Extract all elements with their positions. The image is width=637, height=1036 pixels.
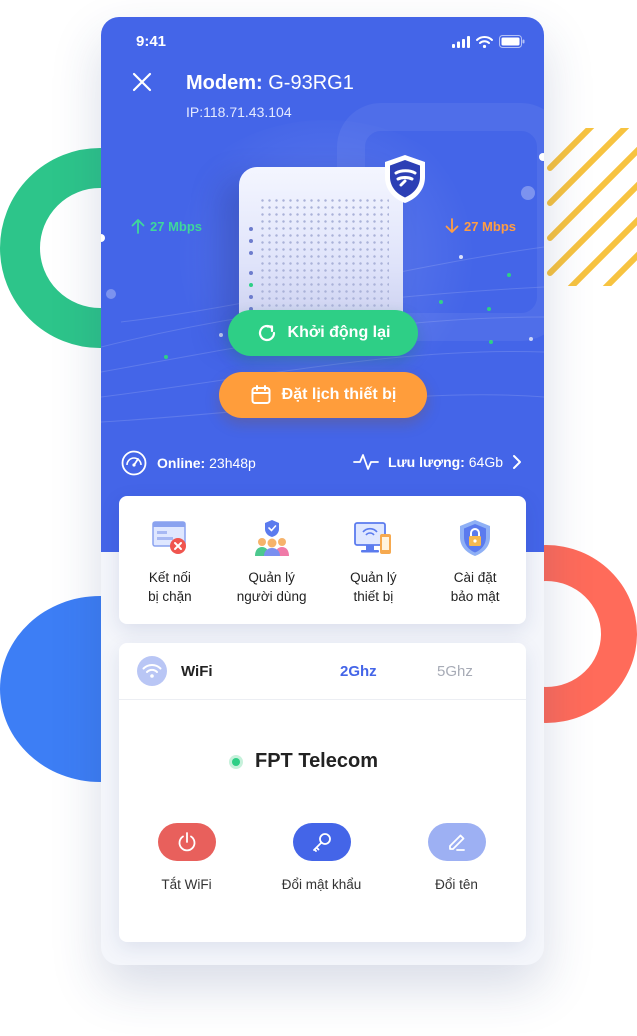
phone-screen: 9:41 Modem: G-93RG1 IP:118.71.43.104 27 …: [101, 17, 544, 965]
turn-off-wifi-label: Tắt WiFi: [161, 877, 212, 892]
action-device-management[interactable]: Quản lý thiết bị: [323, 496, 425, 624]
turn-off-wifi-button[interactable]: Tắt WiFi: [119, 823, 254, 892]
wifi-title: WiFi: [181, 663, 213, 680]
turn-off-wifi-pill[interactable]: [157, 823, 216, 861]
edit-icon: [448, 834, 465, 851]
key-icon: [312, 833, 331, 852]
device-led: [249, 227, 253, 231]
ssid-row: FPT Telecom: [229, 750, 378, 773]
security-settings-icon: [460, 520, 491, 556]
device-led: [249, 239, 253, 243]
action-security-settings[interactable]: Cài đặt bảo mật: [424, 496, 526, 624]
shield-logo-icon: [385, 155, 425, 203]
modem-device-image: [239, 167, 403, 332]
quick-actions-card: Kết nối bị chặn Quản lý người dùng Quản …: [119, 496, 526, 624]
calendar-icon: [251, 385, 271, 404]
download-speed: 27 Mbps: [445, 218, 516, 234]
status-icons: [452, 35, 525, 48]
title-label: Modem:: [186, 72, 263, 94]
device-led: [249, 251, 253, 255]
device-vent-grid: [259, 197, 389, 312]
modem-name: G-93RG1: [268, 72, 354, 94]
online-label: Online:: [157, 455, 206, 471]
ip-address: IP:118.71.43.104: [186, 104, 292, 120]
action-label: Kết nối bị chặn: [148, 570, 192, 604]
wifi-card: WiFi 2Ghz 5Ghz FPT Telecom Tắt WiFi Đổi …: [119, 643, 526, 942]
traffic-value: 64Gb: [468, 454, 503, 470]
schedule-button-label: Đặt lịch thiết bị: [281, 386, 397, 403]
page-title: Modem: G-93RG1: [186, 72, 354, 95]
restart-button-label: Khởi động lại: [287, 324, 391, 341]
user-management-icon: [254, 520, 289, 556]
change-password-pill[interactable]: [292, 823, 351, 861]
decor-yellow-stripes: [540, 128, 637, 286]
online-time: Online: 23h48p: [121, 450, 256, 476]
power-icon: [178, 832, 195, 852]
wifi-actions: Tắt WiFi Đổi mật khẩu Đổi tên: [119, 823, 526, 892]
status-bar: 9:41: [101, 17, 544, 65]
battery-icon: [499, 35, 525, 48]
refresh-icon: [258, 324, 275, 342]
device-led: [249, 283, 253, 287]
rename-label: Đổi tên: [435, 877, 478, 892]
upload-speed: 27 Mbps: [131, 218, 202, 234]
arrow-down-icon: [445, 218, 459, 233]
action-label: Cài đặt bảo mật: [450, 570, 500, 604]
device-management-icon: [354, 522, 392, 554]
action-label: Quản lý người dùng: [236, 570, 307, 604]
activity-icon: [353, 454, 379, 470]
wifi-icon: [142, 664, 162, 678]
action-user-management[interactable]: Quản lý người dùng: [221, 496, 323, 624]
rename-pill[interactable]: [427, 823, 486, 861]
restart-button[interactable]: Khởi động lại: [228, 310, 418, 356]
chevron-right-icon: [513, 455, 521, 469]
change-password-label: Đổi mật khẩu: [281, 877, 362, 892]
blocked-connection-icon: [152, 521, 186, 554]
change-password-button[interactable]: Đổi mật khẩu: [254, 823, 389, 892]
wifi-card-header: WiFi 2Ghz 5Ghz: [119, 643, 526, 700]
traffic-label: Lưu lượng:: [387, 454, 465, 470]
speedometer-icon: [121, 450, 147, 476]
tab-2ghz[interactable]: 2Ghz: [340, 663, 377, 680]
download-speed-value: 27 Mbps: [463, 218, 516, 234]
wifi-badge: [137, 656, 167, 686]
upload-speed-value: 27 Mbps: [150, 218, 203, 234]
hero-panel: 9:41 Modem: G-93RG1 IP:118.71.43.104 27 …: [101, 17, 544, 552]
device-led: [249, 271, 253, 275]
ssid-name: FPT Telecom: [255, 750, 378, 772]
action-label: Quản lý thiết bị: [350, 570, 397, 604]
signal-icon: [452, 35, 470, 48]
tab-5ghz[interactable]: 5Ghz: [437, 663, 473, 680]
connection-status-dot: [229, 754, 243, 769]
online-value: 23h48p: [209, 455, 256, 471]
traffic-usage[interactable]: Lưu lượng: 64Gb: [353, 453, 522, 471]
action-blocked-connections[interactable]: Kết nối bị chặn: [119, 496, 221, 624]
device-led: [249, 295, 253, 299]
status-time: 9:41: [136, 33, 167, 50]
schedule-button[interactable]: Đặt lịch thiết bị: [219, 372, 427, 418]
arrow-up-icon: [131, 219, 145, 234]
wifi-status-icon: [476, 35, 493, 48]
rename-button[interactable]: Đổi tên: [389, 823, 524, 892]
close-icon[interactable]: [131, 71, 153, 93]
